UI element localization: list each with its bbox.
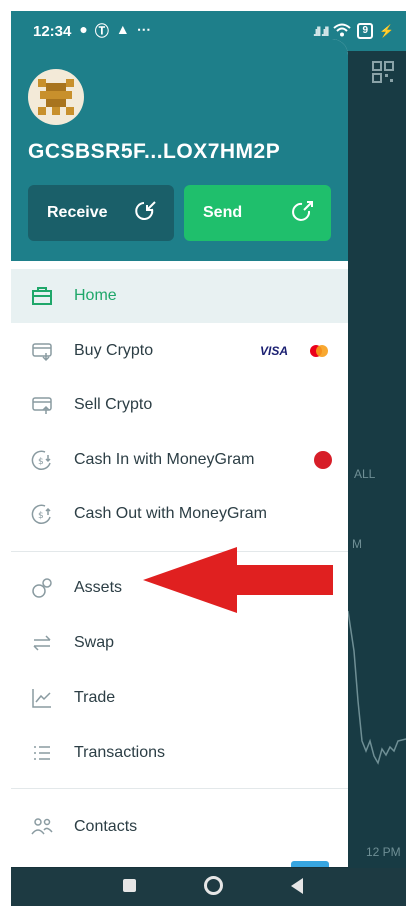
recent-apps-button[interactable] — [123, 879, 136, 892]
menu-label-assets: Assets — [74, 579, 123, 596]
new-badge — [291, 861, 329, 867]
menu-item-contacts[interactable]: Contacts — [11, 800, 348, 854]
send-arrow-icon — [292, 201, 313, 221]
drawer-header: GCSBSR5F...LOX7HM2P Receive Send — [11, 39, 348, 261]
wifi-icon — [333, 23, 352, 40]
signal-icon: .ıll .ıll — [312, 23, 329, 39]
b-icon: Ⓣ — [94, 23, 109, 39]
receive-button[interactable]: Receive — [28, 185, 174, 241]
svg-text:$: $ — [38, 511, 44, 521]
card-in-icon — [32, 343, 52, 362]
device-frame: 12:34 ● Ⓣ ▲ ⋯ .ıll .ıll 9 ⚡ ALL M 12 PM — [0, 0, 417, 917]
menu-item-trade[interactable]: Trade — [11, 671, 348, 725]
menu-item-transactions[interactable]: Transactions — [11, 726, 348, 780]
background-app: ALL M 12 PM — [348, 51, 406, 868]
menu-divider-2 — [11, 788, 348, 789]
menu-item-swap[interactable]: Swap — [11, 616, 348, 670]
list-icon — [34, 746, 50, 760]
menu-label-home: Home — [74, 287, 117, 304]
back-button[interactable] — [291, 878, 303, 894]
bg-label-m: M — [352, 537, 362, 551]
system-nav-bar — [11, 868, 406, 906]
more-icon: ⋯ — [136, 21, 151, 37]
menu-label-contacts: Contacts — [74, 818, 138, 835]
charging-icon: ⚡ — [379, 24, 394, 38]
contacts-icon — [31, 818, 53, 835]
screen: 12:34 ● Ⓣ ▲ ⋯ .ıll .ıll 9 ⚡ ALL M 12 PM — [11, 11, 406, 906]
moneygram-logo — [314, 451, 332, 469]
send-button[interactable]: Send — [184, 185, 331, 241]
assets-icon — [32, 578, 52, 598]
menu-label-trade: Trade — [74, 689, 116, 706]
mastercard-logo — [310, 345, 328, 357]
swap-icon — [33, 635, 51, 651]
location-icon: ● — [79, 21, 88, 37]
menu-item-buy-crypto[interactable]: Buy Crypto VISA — [11, 324, 348, 378]
bg-label-all: ALL — [354, 467, 376, 481]
receive-arrow-icon — [135, 201, 156, 220]
cash-out-icon: $ — [31, 504, 51, 524]
svg-text:$: $ — [38, 457, 44, 467]
avatar[interactable] — [28, 69, 84, 125]
qr-code-icon[interactable] — [372, 61, 394, 83]
menu-item-home[interactable]: Home — [11, 269, 348, 323]
home-button[interactable] — [204, 876, 223, 895]
menu-item-cash-out-moneygram[interactable]: $ Cash Out with MoneyGram — [11, 487, 348, 541]
bg-label-time: 12 PM — [366, 845, 401, 859]
menu-item-sell-crypto[interactable]: Sell Crypto — [11, 378, 348, 432]
warning-icon: ▲ — [115, 21, 130, 37]
send-label: Send — [203, 204, 243, 221]
menu-label-cash-out: Cash Out with MoneyGram — [74, 505, 267, 522]
battery-icon: 9 — [357, 23, 374, 39]
menu-label-buy-crypto: Buy Crypto — [74, 342, 154, 359]
chart-icon — [32, 689, 51, 708]
navigation-drawer: GCSBSR5F...LOX7HM2P Receive Send Home Bu… — [11, 39, 348, 867]
card-out-icon — [32, 397, 52, 414]
status-time: 12:34 — [33, 22, 72, 40]
menu-label-swap: Swap — [74, 634, 115, 651]
receive-label: Receive — [47, 204, 108, 221]
menu-label-cash-in: Cash In with MoneyGram — [74, 451, 255, 468]
briefcase-icon — [32, 287, 52, 305]
annotation-arrow — [143, 547, 333, 613]
account-id[interactable]: GCSBSR5F...LOX7HM2P — [28, 140, 280, 164]
menu-label-sell-crypto: Sell Crypto — [74, 396, 153, 413]
menu-item-cash-in-moneygram[interactable]: $ Cash In with MoneyGram — [11, 433, 348, 487]
visa-logo: VISA — [259, 344, 288, 358]
cash-in-icon: $ — [31, 450, 51, 470]
menu-label-transactions: Transactions — [74, 744, 165, 761]
